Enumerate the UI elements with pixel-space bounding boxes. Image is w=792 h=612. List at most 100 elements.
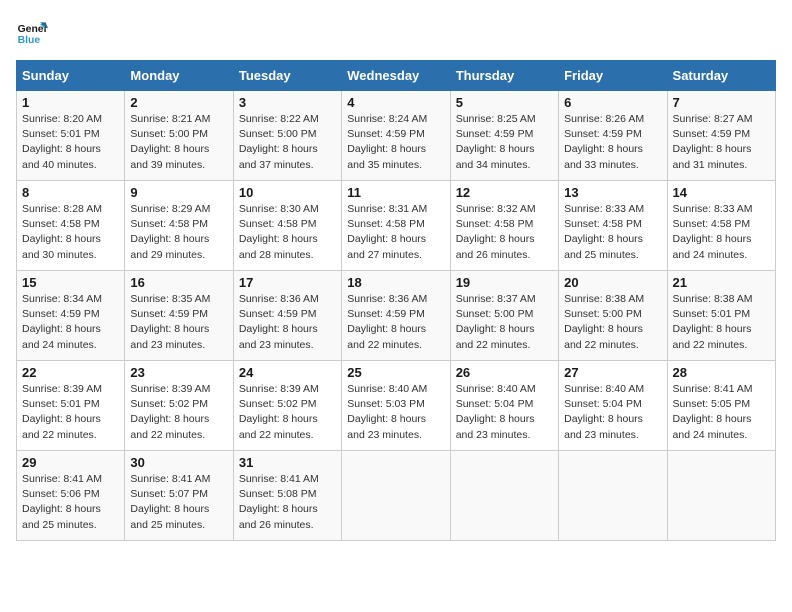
day-number: 25 bbox=[347, 365, 444, 380]
calendar-cell: 13 Sunrise: 8:33 AM Sunset: 4:58 PM Dayl… bbox=[559, 181, 667, 271]
calendar-cell: 27 Sunrise: 8:40 AM Sunset: 5:04 PM Dayl… bbox=[559, 361, 667, 451]
day-info: Sunrise: 8:38 AM Sunset: 5:01 PM Dayligh… bbox=[673, 292, 770, 353]
logo: General Blue bbox=[16, 16, 48, 48]
header-day: Tuesday bbox=[233, 61, 341, 91]
day-number: 28 bbox=[673, 365, 770, 380]
calendar-cell bbox=[559, 451, 667, 541]
calendar-cell: 3 Sunrise: 8:22 AM Sunset: 5:00 PM Dayli… bbox=[233, 91, 341, 181]
day-number: 7 bbox=[673, 95, 770, 110]
calendar-cell: 5 Sunrise: 8:25 AM Sunset: 4:59 PM Dayli… bbox=[450, 91, 558, 181]
day-info: Sunrise: 8:27 AM Sunset: 4:59 PM Dayligh… bbox=[673, 112, 770, 173]
day-info: Sunrise: 8:40 AM Sunset: 5:03 PM Dayligh… bbox=[347, 382, 444, 443]
day-number: 21 bbox=[673, 275, 770, 290]
day-info: Sunrise: 8:38 AM Sunset: 5:00 PM Dayligh… bbox=[564, 292, 661, 353]
day-number: 13 bbox=[564, 185, 661, 200]
calendar-cell bbox=[450, 451, 558, 541]
day-info: Sunrise: 8:22 AM Sunset: 5:00 PM Dayligh… bbox=[239, 112, 336, 173]
day-number: 5 bbox=[456, 95, 553, 110]
calendar-cell: 31 Sunrise: 8:41 AM Sunset: 5:08 PM Dayl… bbox=[233, 451, 341, 541]
day-info: Sunrise: 8:39 AM Sunset: 5:01 PM Dayligh… bbox=[22, 382, 119, 443]
day-info: Sunrise: 8:40 AM Sunset: 5:04 PM Dayligh… bbox=[456, 382, 553, 443]
calendar-cell: 11 Sunrise: 8:31 AM Sunset: 4:58 PM Dayl… bbox=[342, 181, 450, 271]
day-number: 15 bbox=[22, 275, 119, 290]
day-info: Sunrise: 8:36 AM Sunset: 4:59 PM Dayligh… bbox=[347, 292, 444, 353]
header-day: Sunday bbox=[17, 61, 125, 91]
header-day: Friday bbox=[559, 61, 667, 91]
day-number: 6 bbox=[564, 95, 661, 110]
day-info: Sunrise: 8:39 AM Sunset: 5:02 PM Dayligh… bbox=[239, 382, 336, 443]
day-number: 29 bbox=[22, 455, 119, 470]
calendar-cell: 28 Sunrise: 8:41 AM Sunset: 5:05 PM Dayl… bbox=[667, 361, 775, 451]
calendar-cell: 8 Sunrise: 8:28 AM Sunset: 4:58 PM Dayli… bbox=[17, 181, 125, 271]
day-number: 31 bbox=[239, 455, 336, 470]
calendar-cell: 15 Sunrise: 8:34 AM Sunset: 4:59 PM Dayl… bbox=[17, 271, 125, 361]
calendar-header: SundayMondayTuesdayWednesdayThursdayFrid… bbox=[17, 61, 776, 91]
day-number: 12 bbox=[456, 185, 553, 200]
day-number: 3 bbox=[239, 95, 336, 110]
day-number: 22 bbox=[22, 365, 119, 380]
day-info: Sunrise: 8:31 AM Sunset: 4:58 PM Dayligh… bbox=[347, 202, 444, 263]
day-number: 9 bbox=[130, 185, 227, 200]
day-number: 17 bbox=[239, 275, 336, 290]
day-info: Sunrise: 8:29 AM Sunset: 4:58 PM Dayligh… bbox=[130, 202, 227, 263]
calendar-cell: 26 Sunrise: 8:40 AM Sunset: 5:04 PM Dayl… bbox=[450, 361, 558, 451]
page-header: General Blue bbox=[16, 16, 776, 48]
calendar-week: 15 Sunrise: 8:34 AM Sunset: 4:59 PM Dayl… bbox=[17, 271, 776, 361]
header-day: Thursday bbox=[450, 61, 558, 91]
calendar-cell bbox=[667, 451, 775, 541]
day-number: 2 bbox=[130, 95, 227, 110]
day-info: Sunrise: 8:39 AM Sunset: 5:02 PM Dayligh… bbox=[130, 382, 227, 443]
day-info: Sunrise: 8:24 AM Sunset: 4:59 PM Dayligh… bbox=[347, 112, 444, 173]
day-info: Sunrise: 8:20 AM Sunset: 5:01 PM Dayligh… bbox=[22, 112, 119, 173]
day-info: Sunrise: 8:30 AM Sunset: 4:58 PM Dayligh… bbox=[239, 202, 336, 263]
day-number: 4 bbox=[347, 95, 444, 110]
day-info: Sunrise: 8:33 AM Sunset: 4:58 PM Dayligh… bbox=[564, 202, 661, 263]
calendar-cell: 29 Sunrise: 8:41 AM Sunset: 5:06 PM Dayl… bbox=[17, 451, 125, 541]
calendar-week: 8 Sunrise: 8:28 AM Sunset: 4:58 PM Dayli… bbox=[17, 181, 776, 271]
calendar-cell: 30 Sunrise: 8:41 AM Sunset: 5:07 PM Dayl… bbox=[125, 451, 233, 541]
logo-icon: General Blue bbox=[16, 16, 48, 48]
day-info: Sunrise: 8:41 AM Sunset: 5:08 PM Dayligh… bbox=[239, 472, 336, 533]
calendar-cell: 2 Sunrise: 8:21 AM Sunset: 5:00 PM Dayli… bbox=[125, 91, 233, 181]
calendar-cell: 1 Sunrise: 8:20 AM Sunset: 5:01 PM Dayli… bbox=[17, 91, 125, 181]
calendar-cell: 9 Sunrise: 8:29 AM Sunset: 4:58 PM Dayli… bbox=[125, 181, 233, 271]
calendar-cell: 18 Sunrise: 8:36 AM Sunset: 4:59 PM Dayl… bbox=[342, 271, 450, 361]
day-number: 19 bbox=[456, 275, 553, 290]
calendar-cell: 24 Sunrise: 8:39 AM Sunset: 5:02 PM Dayl… bbox=[233, 361, 341, 451]
header-day: Monday bbox=[125, 61, 233, 91]
day-number: 30 bbox=[130, 455, 227, 470]
day-number: 11 bbox=[347, 185, 444, 200]
calendar-cell: 7 Sunrise: 8:27 AM Sunset: 4:59 PM Dayli… bbox=[667, 91, 775, 181]
calendar-cell: 25 Sunrise: 8:40 AM Sunset: 5:03 PM Dayl… bbox=[342, 361, 450, 451]
day-number: 24 bbox=[239, 365, 336, 380]
calendar-cell: 19 Sunrise: 8:37 AM Sunset: 5:00 PM Dayl… bbox=[450, 271, 558, 361]
day-number: 16 bbox=[130, 275, 227, 290]
day-number: 8 bbox=[22, 185, 119, 200]
calendar-cell bbox=[342, 451, 450, 541]
calendar-cell: 12 Sunrise: 8:32 AM Sunset: 4:58 PM Dayl… bbox=[450, 181, 558, 271]
day-info: Sunrise: 8:35 AM Sunset: 4:59 PM Dayligh… bbox=[130, 292, 227, 353]
calendar-cell: 4 Sunrise: 8:24 AM Sunset: 4:59 PM Dayli… bbox=[342, 91, 450, 181]
day-number: 23 bbox=[130, 365, 227, 380]
calendar-cell: 22 Sunrise: 8:39 AM Sunset: 5:01 PM Dayl… bbox=[17, 361, 125, 451]
day-info: Sunrise: 8:21 AM Sunset: 5:00 PM Dayligh… bbox=[130, 112, 227, 173]
day-info: Sunrise: 8:32 AM Sunset: 4:58 PM Dayligh… bbox=[456, 202, 553, 263]
calendar-body: 1 Sunrise: 8:20 AM Sunset: 5:01 PM Dayli… bbox=[17, 91, 776, 541]
day-info: Sunrise: 8:33 AM Sunset: 4:58 PM Dayligh… bbox=[673, 202, 770, 263]
header-day: Wednesday bbox=[342, 61, 450, 91]
day-info: Sunrise: 8:41 AM Sunset: 5:05 PM Dayligh… bbox=[673, 382, 770, 443]
day-info: Sunrise: 8:25 AM Sunset: 4:59 PM Dayligh… bbox=[456, 112, 553, 173]
day-info: Sunrise: 8:37 AM Sunset: 5:00 PM Dayligh… bbox=[456, 292, 553, 353]
header-day: Saturday bbox=[667, 61, 775, 91]
day-info: Sunrise: 8:41 AM Sunset: 5:06 PM Dayligh… bbox=[22, 472, 119, 533]
day-number: 10 bbox=[239, 185, 336, 200]
svg-text:Blue: Blue bbox=[18, 35, 41, 46]
header-row: SundayMondayTuesdayWednesdayThursdayFrid… bbox=[17, 61, 776, 91]
day-info: Sunrise: 8:40 AM Sunset: 5:04 PM Dayligh… bbox=[564, 382, 661, 443]
calendar-cell: 16 Sunrise: 8:35 AM Sunset: 4:59 PM Dayl… bbox=[125, 271, 233, 361]
day-number: 18 bbox=[347, 275, 444, 290]
calendar-cell: 6 Sunrise: 8:26 AM Sunset: 4:59 PM Dayli… bbox=[559, 91, 667, 181]
calendar-cell: 20 Sunrise: 8:38 AM Sunset: 5:00 PM Dayl… bbox=[559, 271, 667, 361]
calendar-cell: 17 Sunrise: 8:36 AM Sunset: 4:59 PM Dayl… bbox=[233, 271, 341, 361]
day-number: 20 bbox=[564, 275, 661, 290]
